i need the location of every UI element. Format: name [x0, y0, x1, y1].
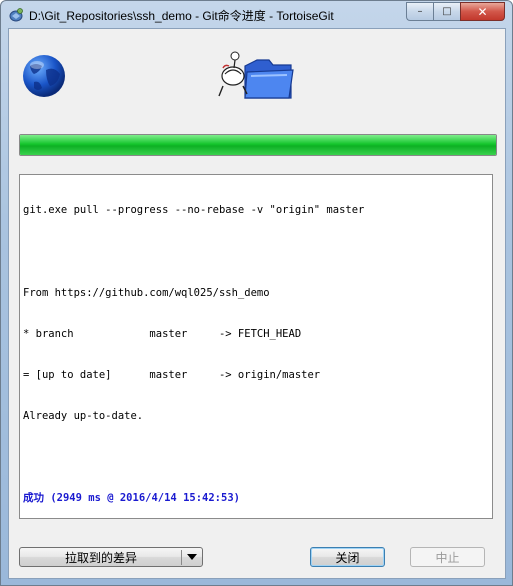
- tortoise-folder-icon: [218, 51, 294, 99]
- dialog-client-area: git.exe pull --progress --no-rebase -v "…: [8, 28, 506, 579]
- minimize-icon: –: [417, 6, 423, 17]
- log-line: * branch master -> FETCH_HEAD: [23, 327, 302, 340]
- maximize-icon: □: [442, 6, 452, 17]
- dropdown-separator: [181, 550, 182, 565]
- tortoisegit-progress-window: D:\Git_Repositories\ssh_demo - Git命令进度 -…: [0, 0, 513, 586]
- log-line: git.exe pull --progress --no-rebase -v "…: [23, 204, 365, 217]
- output-log[interactable]: git.exe pull --progress --no-rebase -v "…: [19, 174, 493, 519]
- tortoisegit-icon: [9, 8, 23, 22]
- close-window-button[interactable]: ✕: [460, 2, 505, 21]
- abort-button: 中止: [410, 547, 485, 567]
- close-button-label: 关闭: [335, 550, 360, 565]
- diff-button-label: 拉取到的差异: [64, 550, 137, 565]
- minimize-button[interactable]: –: [406, 2, 433, 21]
- window-controls: – □ ✕: [406, 2, 505, 21]
- log-line: Already up-to-date.: [23, 409, 144, 422]
- progress-bar-fill: [20, 135, 496, 155]
- chevron-down-icon[interactable]: [187, 554, 197, 560]
- maximize-button[interactable]: □: [433, 2, 460, 21]
- title-bar[interactable]: D:\Git_Repositories\ssh_demo - Git命令进度 -…: [1, 1, 512, 27]
- close-button[interactable]: 关闭: [310, 547, 385, 567]
- log-line: = [up to date] master -> origin/master: [23, 368, 321, 381]
- close-icon: ✕: [477, 4, 488, 19]
- log-line: From https://github.com/wql025/ssh_demo: [23, 286, 270, 299]
- progress-bar: [19, 134, 497, 156]
- window-title: D:\Git_Repositories\ssh_demo - Git命令进度 -…: [29, 9, 334, 23]
- abort-button-label: 中止: [435, 550, 460, 565]
- success-message: 成功 (2949 ms @ 2016/4/14 15:42:53): [23, 492, 240, 505]
- globe-icon: [23, 55, 65, 97]
- fetched-diff-dropdown-button[interactable]: 拉取到的差异: [19, 547, 203, 567]
